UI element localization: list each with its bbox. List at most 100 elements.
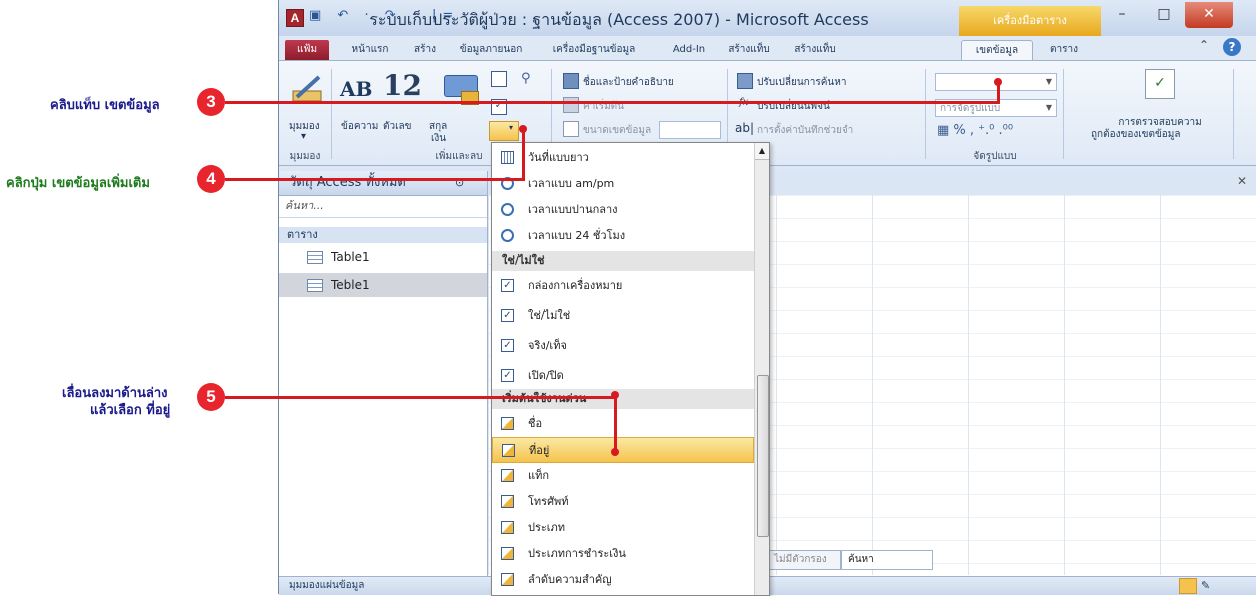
dd-header-yesno: ใช่/ไม่ใช่ bbox=[492, 251, 754, 271]
view-icon[interactable] bbox=[291, 71, 325, 105]
dd-item-time-ampm[interactable]: เวลาแบบ am/pm bbox=[492, 171, 754, 197]
dd-item-time-24h[interactable]: เวลาแบบ 24 ชั่วโมง bbox=[492, 223, 754, 249]
quick-start-field-icon bbox=[501, 547, 514, 560]
tab-table[interactable]: ตาราง bbox=[1041, 40, 1087, 60]
callout-4-line-up bbox=[522, 128, 525, 180]
memo-settings-button[interactable]: การตั้งค่าบันทึกช่วยจำ bbox=[757, 123, 853, 138]
dd-item-yes-no[interactable]: ✓ ใช่/ไม่ใช่ bbox=[492, 303, 754, 329]
tab-create-tab-2[interactable]: สร้างแท็บ bbox=[785, 40, 845, 60]
dd-item-on-off[interactable]: ✓ เปิด/ปิด bbox=[492, 363, 754, 389]
views-group-label: มุมมอง bbox=[289, 151, 321, 162]
tab-add-in[interactable]: Add-In bbox=[665, 40, 713, 60]
dd-item-long-date[interactable]: วันที่แบบยาว bbox=[492, 145, 754, 171]
quick-start-field-icon bbox=[502, 444, 515, 457]
dd-header-quick-start: เริ่มต้นใช้งานด่วน bbox=[492, 389, 754, 409]
field-size-icon bbox=[563, 121, 579, 137]
text-field-icon[interactable]: AB bbox=[340, 77, 372, 101]
nav-menu-icon: ⊙ bbox=[455, 176, 465, 189]
filter-indicator[interactable]: ไม่มีตัวกรอง bbox=[769, 550, 841, 570]
maximize-button[interactable]: □ bbox=[1143, 2, 1185, 28]
nav-search-input[interactable]: ค้นหา... bbox=[279, 195, 487, 218]
dd-item-phone[interactable]: โทรศัพท์ bbox=[492, 489, 754, 515]
attachment-icon[interactable]: ⚲ bbox=[521, 71, 535, 86]
modify-lookups-button[interactable]: ปรับเปลี่ยนการค้นหา bbox=[757, 75, 846, 90]
dd-item-address[interactable]: ที่อยู่ bbox=[492, 437, 754, 463]
tab-create-tab-1[interactable]: สร้างแท็บ bbox=[719, 40, 779, 60]
scroll-thumb[interactable] bbox=[757, 375, 769, 537]
nav-pane-header[interactable]: วัตถุ Access ทั้งหมด ⊙ bbox=[279, 171, 487, 196]
dd-item-tag[interactable]: แท็ก bbox=[492, 463, 754, 489]
date-field-icon[interactable] bbox=[491, 71, 507, 87]
datasheet-view-icon[interactable] bbox=[1179, 578, 1197, 594]
dd-item-true-false[interactable]: ✓ จริง/เท็จ bbox=[492, 333, 754, 359]
quick-start-field-icon bbox=[501, 521, 514, 534]
default-value-icon bbox=[563, 97, 579, 113]
name-caption-icon bbox=[563, 73, 579, 89]
left-margin bbox=[0, 0, 278, 594]
checkbox-icon: ✓ bbox=[501, 309, 514, 322]
navigation-pane: วัตถุ Access ทั้งหมด ⊙ ค้นหา... ตาราง Ta… bbox=[279, 171, 488, 576]
currency-button-label-2[interactable]: เงิน bbox=[431, 131, 446, 146]
checkbox-icon: ✓ bbox=[501, 369, 514, 382]
scroll-up-icon[interactable]: ▲ bbox=[755, 143, 769, 160]
number-field-icon[interactable]: 12 bbox=[383, 69, 422, 102]
design-view-icon[interactable]: ✎ bbox=[1201, 577, 1210, 595]
window-title: ระบบเก็บประวัติผู้ป่วย : ฐานข้อมูล (Acce… bbox=[369, 10, 869, 29]
quick-start-field-icon bbox=[501, 573, 514, 586]
field-size-input[interactable] bbox=[659, 121, 721, 139]
callout-5-text-2: แล้วเลือก ที่อยู่ bbox=[90, 403, 171, 418]
callout-4-line bbox=[225, 178, 525, 181]
callout-4-text: คลิกปุ่ม เขตข้อมูลเพิ่มเติม bbox=[6, 176, 150, 191]
minimize-button[interactable]: – bbox=[1101, 2, 1143, 28]
tab-home[interactable]: หน้าแรก bbox=[339, 40, 401, 60]
ribbon-tabs: แฟ้ม หน้าแรก สร้าง ข้อมูลภายนอก เครื่องม… bbox=[279, 36, 1256, 61]
validation-icon[interactable]: ✓ bbox=[1145, 69, 1175, 99]
callout-5-dot-top bbox=[611, 391, 619, 399]
calendar-icon bbox=[501, 151, 514, 164]
name-caption-button[interactable]: ชื่อและป้ายคำอธิบาย bbox=[583, 75, 674, 90]
nav-group-tables[interactable]: ตาราง bbox=[279, 227, 487, 243]
tab-database-tools[interactable]: เครื่องมือฐานข้อมูล bbox=[541, 40, 647, 60]
tab-external-data[interactable]: ข้อมูลภายนอก bbox=[451, 40, 531, 60]
quick-start-field-icon bbox=[501, 469, 514, 482]
dd-item-priority[interactable]: ลำดับความสำคัญ bbox=[492, 567, 754, 593]
dd-item-checkbox[interactable]: ✓ กล่องกาเครื่องหมาย bbox=[492, 273, 754, 299]
callout-5-dot-bottom bbox=[611, 448, 619, 456]
callout-3-text: คลิบแท็บ เขตข้อมูล bbox=[50, 98, 160, 113]
close-document-icon[interactable]: ✕ bbox=[1237, 174, 1247, 188]
callout-5-line bbox=[225, 396, 617, 399]
table-icon bbox=[307, 279, 323, 292]
dd-item-category[interactable]: ประเภท bbox=[492, 515, 754, 541]
callout-4-number: 4 bbox=[197, 165, 225, 193]
nav-item-teble1[interactable]: Teble1 bbox=[279, 273, 487, 297]
context-tab-title: เครื่องมือตาราง bbox=[959, 6, 1101, 36]
number-button-label[interactable]: ตัวเลข bbox=[383, 119, 412, 134]
text-button-label[interactable]: ข้อความ bbox=[341, 119, 378, 134]
number-format-icons[interactable]: ▦ % , ⁺.⁰ .⁰⁰ bbox=[937, 123, 1013, 138]
memo-icon: ab| bbox=[735, 121, 755, 135]
dd-item-name[interactable]: ชื่อ bbox=[492, 411, 754, 437]
format-group-label: จัดรูปแบบ bbox=[973, 151, 1017, 162]
nav-item-table1[interactable]: Table1 bbox=[279, 245, 487, 269]
callout-5-number: 5 bbox=[197, 383, 225, 411]
record-search-input[interactable]: ค้นหา bbox=[841, 550, 933, 570]
dd-item-time-medium[interactable]: เวลาแบบปานกลาง bbox=[492, 197, 754, 223]
field-size-label: ขนาดเขตข้อมูล bbox=[583, 125, 652, 136]
callout-4-dot bbox=[519, 125, 527, 133]
dropdown-scrollbar[interactable]: ▲ bbox=[754, 143, 769, 595]
tab-fields[interactable]: เขตข้อมูล bbox=[961, 40, 1033, 61]
close-button[interactable]: ✕ bbox=[1185, 2, 1233, 28]
more-fields-dropdown: วันที่แบบยาว เวลาแบบ am/pm เวลาแบบปานกลา… bbox=[491, 142, 770, 596]
title-bar: A ▣ ↶ · ↷ · |= ระบบเก็บประวัติผู้ป่วย : … bbox=[279, 0, 1256, 36]
ribbon-minimize-icon[interactable]: ⌃ bbox=[1199, 38, 1209, 52]
help-icon[interactable]: ? bbox=[1223, 38, 1241, 56]
status-view-label: มุมมองแผ่นข้อมูล bbox=[289, 580, 365, 591]
more-fields-button[interactable] bbox=[489, 121, 519, 141]
table-icon bbox=[307, 251, 323, 264]
checkbox-icon: ✓ bbox=[501, 339, 514, 352]
quick-start-field-icon bbox=[501, 495, 514, 508]
validation-label-2[interactable]: ถูกต้องของเขตข้อมูล bbox=[1091, 127, 1181, 142]
tab-file[interactable]: แฟ้ม bbox=[285, 40, 329, 60]
dd-item-payment-type[interactable]: ประเภทการชำระเงิน bbox=[492, 541, 754, 567]
tab-create[interactable]: สร้าง bbox=[405, 40, 445, 60]
